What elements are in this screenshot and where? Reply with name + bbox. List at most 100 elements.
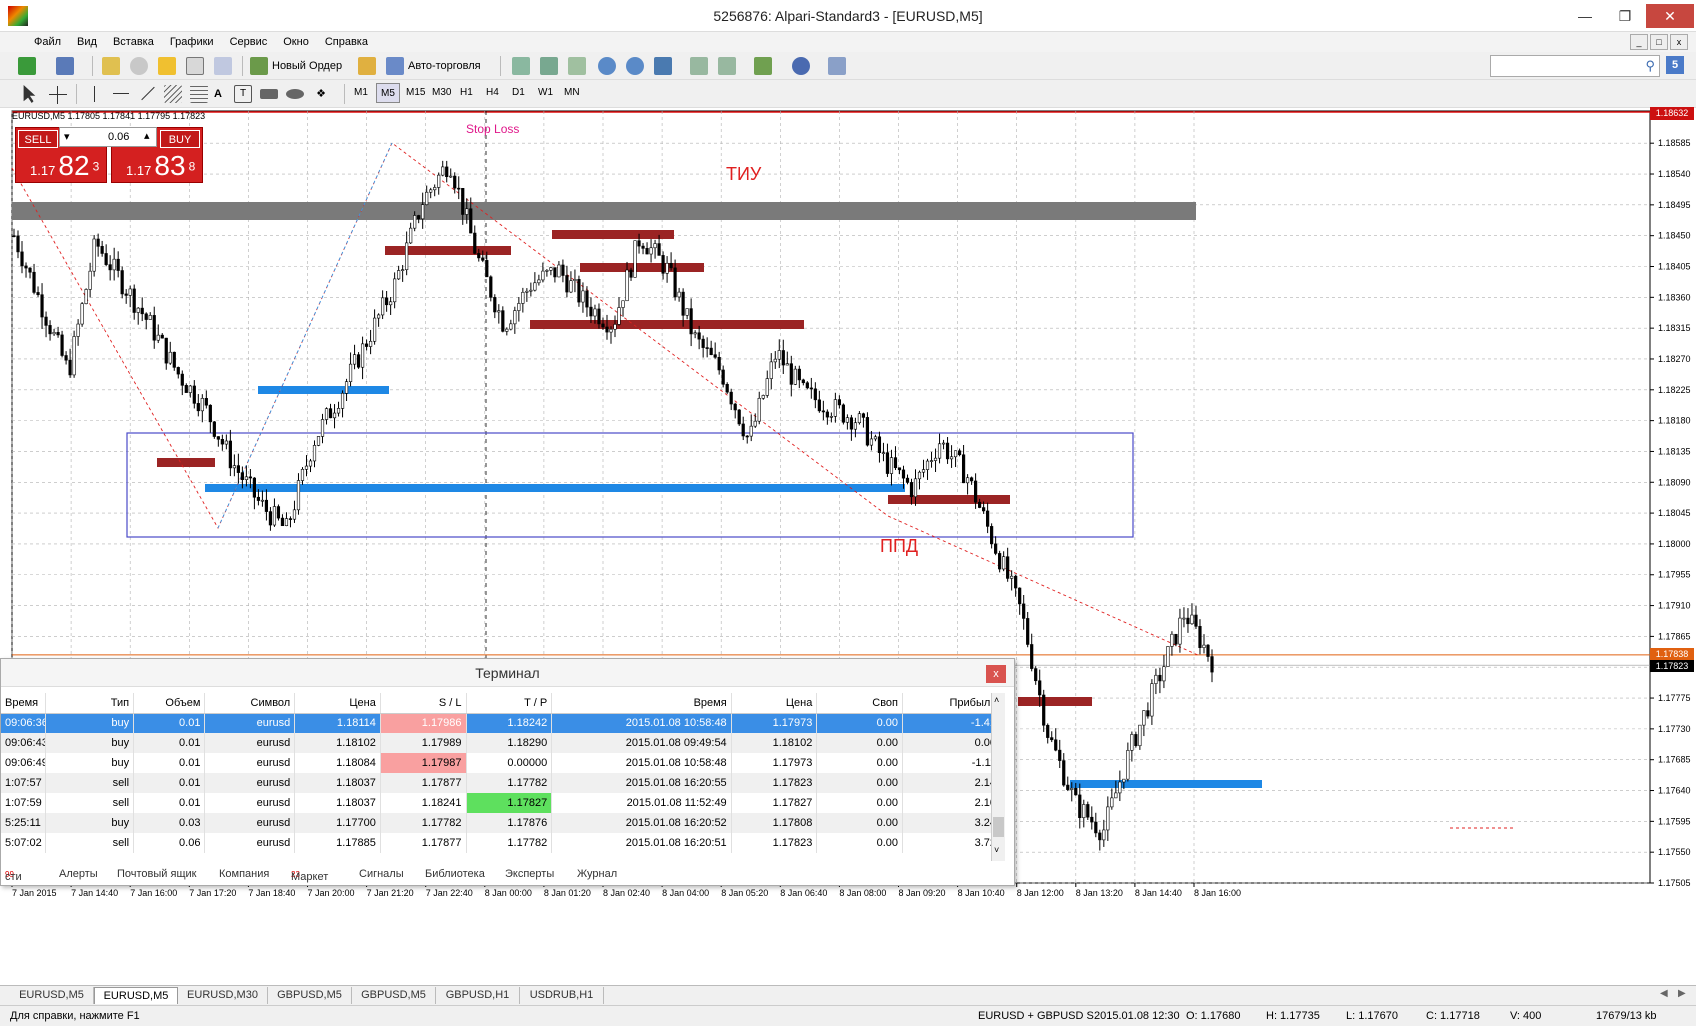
zoom-out-icon[interactable] xyxy=(626,57,644,75)
table-row[interactable]: 5:25:11 buy 0.03 eurusd 1.17700 1.17782 1.1787… xyxy=(1,813,1001,833)
tile-windows-icon[interactable] xyxy=(654,57,672,75)
fibonacci-icon[interactable] xyxy=(190,85,208,103)
buy-button[interactable]: BUY xyxy=(160,130,200,148)
autoscroll-icon[interactable] xyxy=(690,57,708,75)
chart-tab[interactable]: USDRUB,H1 xyxy=(520,987,604,1004)
search-input[interactable]: ⚲ xyxy=(1490,55,1660,77)
scroll-up-icon[interactable]: ˄ xyxy=(994,695,999,705)
menu-insert[interactable]: Вставка xyxy=(105,32,162,52)
line-chart-icon[interactable] xyxy=(568,57,586,75)
indicators-icon[interactable] xyxy=(754,57,772,75)
vertical-line-icon[interactable] xyxy=(86,85,104,103)
chart-tab[interactable]: GBPUSD,M5 xyxy=(352,987,436,1004)
menu-file[interactable]: Файл xyxy=(26,32,69,52)
tab-journal[interactable]: Журнал xyxy=(577,868,617,880)
tabs-scroll-right-icon[interactable]: ▶ xyxy=(1678,988,1686,999)
tab-library[interactable]: Библиотека xyxy=(425,868,485,880)
chart-tab[interactable]: GBPUSD,M5 xyxy=(268,987,352,1004)
tf-m15[interactable]: M15 xyxy=(402,83,429,103)
trendline-icon[interactable] xyxy=(138,85,156,103)
menu-window[interactable]: Окно xyxy=(275,32,317,52)
column-header[interactable]: Символ xyxy=(204,693,296,714)
tab-company[interactable]: Компания xyxy=(219,868,269,880)
candlestick-icon[interactable] xyxy=(540,57,558,75)
equidistant-channel-icon[interactable] xyxy=(164,85,182,103)
lot-increase-icon[interactable]: ▴ xyxy=(144,129,150,142)
crosshair-icon[interactable] xyxy=(48,85,67,104)
menu-tools[interactable]: Сервис xyxy=(222,32,276,52)
search-icon[interactable]: ⚲ xyxy=(1645,58,1655,74)
tab-alerts[interactable]: Алерты xyxy=(59,868,98,880)
mdi-minimize-button[interactable]: _ xyxy=(1630,34,1648,50)
terminal-icon[interactable] xyxy=(186,57,204,75)
mdi-restore-button[interactable]: □ xyxy=(1650,34,1668,50)
autotrading-button[interactable]: Авто-торговля xyxy=(408,55,481,77)
terminal-close-button[interactable]: x xyxy=(986,665,1006,683)
table-row[interactable]: 09:06:36 buy 0.01 eurusd 1.18114 1.17986 1.182… xyxy=(1,713,1001,733)
new-order-button[interactable]: Новый Ордер xyxy=(272,55,342,77)
tf-m1[interactable]: M1 xyxy=(350,83,372,103)
tabs-scroll-left-icon[interactable]: ◀ xyxy=(1660,988,1668,999)
column-header[interactable]: Время xyxy=(551,693,732,714)
crosshair-navigator-icon[interactable] xyxy=(130,57,148,75)
scroll-thumb[interactable] xyxy=(993,817,1004,837)
tester-icon[interactable] xyxy=(214,57,232,75)
chart-tab[interactable]: EURUSD,M5 xyxy=(10,987,94,1004)
cursor-icon[interactable] xyxy=(23,85,36,103)
navigator-icon[interactable] xyxy=(158,57,176,75)
bar-chart-icon[interactable] xyxy=(512,57,530,75)
status-profile[interactable]: EURUSD + GBPUSD S xyxy=(978,1010,1094,1022)
tf-w1[interactable]: W1 xyxy=(534,83,557,103)
ellipse-icon[interactable] xyxy=(286,89,304,99)
column-header[interactable]: Объем xyxy=(133,693,206,714)
lot-decrease-icon[interactable]: ▾ xyxy=(64,130,70,143)
text-label-icon[interactable]: T xyxy=(234,85,252,103)
metaeditor-icon[interactable] xyxy=(358,57,376,75)
periods-icon[interactable] xyxy=(792,57,810,75)
column-header[interactable]: T / P xyxy=(466,693,553,714)
tf-m30[interactable]: M30 xyxy=(428,83,455,103)
tf-h1[interactable]: H1 xyxy=(456,83,477,103)
sell-price[interactable]: 1.17 82 3 xyxy=(30,150,99,182)
restore-button[interactable]: ❐ xyxy=(1605,4,1645,28)
tab-market[interactable]: Маркет 23 xyxy=(291,868,328,883)
lot-size-field[interactable]: ▾ 0.06 ▴ xyxy=(59,127,157,147)
column-header[interactable]: Время xyxy=(1,693,47,714)
tf-m5[interactable]: M5 xyxy=(376,83,400,103)
column-header[interactable]: Прибыль xyxy=(902,693,1001,714)
text-tool-icon[interactable]: A xyxy=(214,83,222,105)
horizontal-line-icon[interactable] xyxy=(112,85,130,103)
rectangle-icon[interactable] xyxy=(260,89,278,99)
column-header[interactable]: Цена xyxy=(294,693,381,714)
menu-help[interactable]: Справка xyxy=(317,32,376,52)
terminal-scrollbar[interactable]: ˄ ˅ xyxy=(991,693,1005,861)
tf-d1[interactable]: D1 xyxy=(508,83,529,103)
chart-shift-icon[interactable] xyxy=(718,57,736,75)
menu-view[interactable]: Вид xyxy=(69,32,105,52)
column-header[interactable]: Тип xyxy=(45,693,135,714)
scroll-down-icon[interactable]: ˅ xyxy=(994,845,999,855)
lot-size-value[interactable]: 0.06 xyxy=(108,131,129,143)
minimize-button[interactable]: — xyxy=(1565,4,1605,28)
column-header[interactable]: S / L xyxy=(380,693,467,714)
profiles-icon[interactable] xyxy=(56,57,74,75)
tf-mn[interactable]: MN xyxy=(560,83,584,103)
table-row[interactable]: 09:06:49 buy 0.01 eurusd 1.18084 1.17987 0.000… xyxy=(1,753,1001,773)
zoom-in-icon[interactable] xyxy=(598,57,616,75)
mdi-close-button[interactable]: x xyxy=(1670,34,1688,50)
table-row[interactable]: 5:07:02 sell 0.06 eurusd 1.17885 1.17877 1.177… xyxy=(1,833,1001,853)
close-button[interactable]: ✕ xyxy=(1646,4,1694,28)
buy-price[interactable]: 1.17 83 8 xyxy=(126,150,195,182)
templates-icon[interactable] xyxy=(828,57,846,75)
tf-h4[interactable]: H4 xyxy=(482,83,503,103)
column-header[interactable]: Своп xyxy=(816,693,903,714)
signals-icon[interactable]: 5 xyxy=(1666,56,1684,74)
market-watch-icon[interactable] xyxy=(102,57,120,75)
tab-signals[interactable]: Сигналы xyxy=(359,868,404,880)
column-header[interactable]: Цена xyxy=(731,693,818,714)
table-row[interactable]: 09:06:43 buy 0.01 eurusd 1.18102 1.17989 1.182… xyxy=(1,733,1001,753)
sell-button[interactable]: SELL xyxy=(18,130,58,148)
table-row[interactable]: 1:07:59 sell 0.01 eurusd 1.18037 1.18241 1.178… xyxy=(1,793,1001,813)
chart-tab[interactable]: GBPUSD,H1 xyxy=(436,987,520,1004)
table-row[interactable]: 1:07:57 sell 0.01 eurusd 1.18037 1.17877 1.177… xyxy=(1,773,1001,793)
